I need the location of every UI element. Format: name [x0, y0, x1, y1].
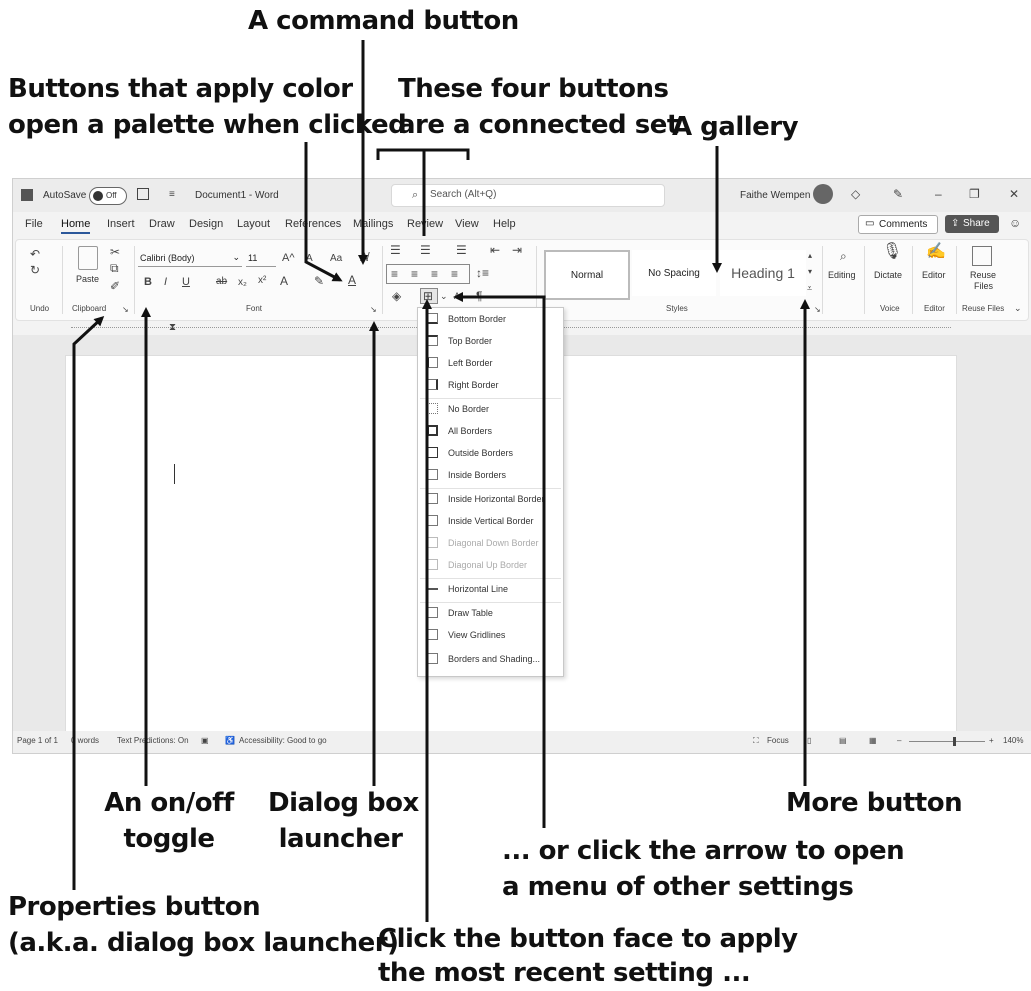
arrow-color-buttons	[304, 142, 343, 282]
arrow-properties	[72, 315, 105, 890]
arrow-dropdown	[453, 292, 546, 828]
callout-arrows	[72, 40, 810, 922]
